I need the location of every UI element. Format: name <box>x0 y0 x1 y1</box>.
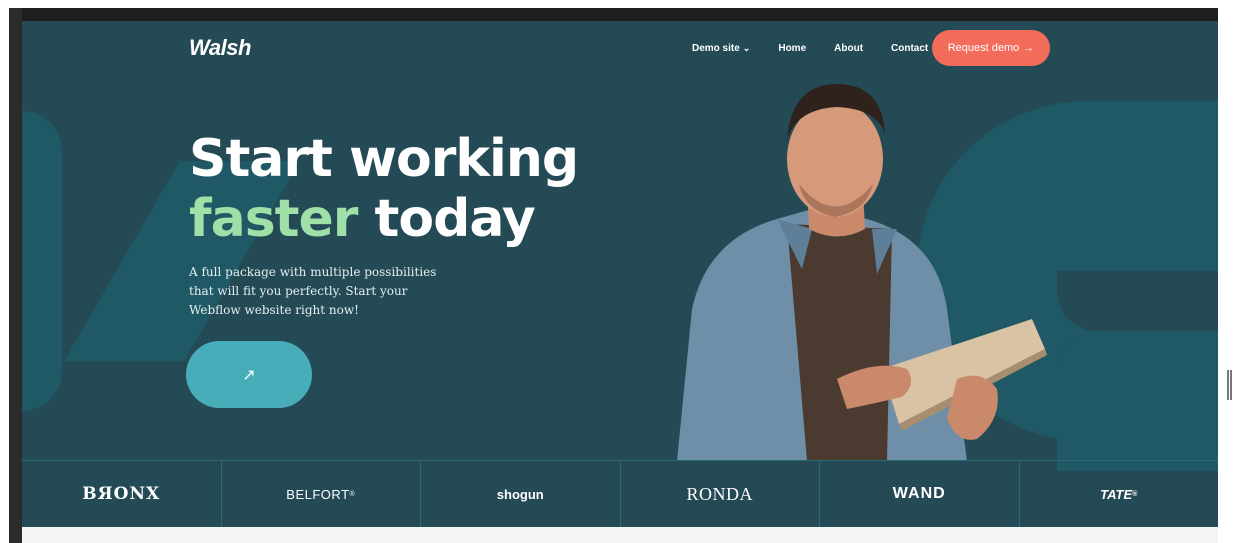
decorative-shape <box>1057 331 1218 471</box>
request-demo-label: Request demo <box>947 42 1020 54</box>
left-gutter <box>0 8 9 543</box>
brand-logo-bronx: BЯONX <box>22 461 222 527</box>
brand-logo-tate: TATE ® <box>1020 461 1219 527</box>
nav-demo-site-label: Demo site <box>692 43 740 54</box>
next-section-edge <box>22 527 1218 543</box>
brand-logo-ronda: RONDA <box>621 461 820 527</box>
registered-mark: ® <box>349 490 356 498</box>
headline-rest: today <box>357 189 536 249</box>
nav-about[interactable]: About <box>834 43 863 54</box>
resize-handle[interactable] <box>1227 370 1232 400</box>
arrow-right-icon: → <box>1023 42 1035 54</box>
nav-demo-site[interactable]: Demo site ⌄ <box>692 43 750 54</box>
browser-top-strip <box>0 0 1255 8</box>
headline-accent: faster <box>189 189 358 249</box>
website-frame: Walsh Demo site ⌄ Home About Contact Requ… <box>22 21 1218 543</box>
brand-logo-shogun: shogun <box>421 461 621 527</box>
hero-subtext: A full package with multiple possibiliti… <box>189 265 437 317</box>
decorative-shape <box>1057 271 1218 331</box>
nav-contact[interactable]: Contact <box>891 43 928 54</box>
brand-name: shogun <box>496 486 544 502</box>
brand-name: BЯONX <box>82 484 161 504</box>
headline-line1: Start working <box>189 129 579 189</box>
brand-name: WAND <box>892 485 946 502</box>
request-demo-button[interactable]: Request demo → <box>932 30 1050 66</box>
nav-home[interactable]: Home <box>778 43 806 54</box>
decorative-shape <box>22 111 62 411</box>
arrow-up-right-icon: ↗ <box>242 366 256 384</box>
hero-headline: Start working faster today <box>189 129 579 249</box>
brand-name: RONDA <box>686 483 753 504</box>
brand-logo-wand: WAND <box>820 461 1020 527</box>
main-nav: Demo site ⌄ Home About Contact <box>692 43 928 54</box>
brand-logo-belfort: BELFORT ® <box>222 461 421 527</box>
left-dark-edge <box>9 8 22 543</box>
site-logo[interactable]: Walsh <box>189 35 251 61</box>
brand-logo-strip: BЯONX BELFORT ® shogun RONDA WAND TATE ® <box>22 460 1218 527</box>
hero-arrow-button[interactable]: ↗ <box>186 341 312 408</box>
headline-line2: faster today <box>189 189 578 249</box>
brand-name: BELFORT <box>286 486 350 502</box>
brand-name: TATE <box>1100 486 1133 502</box>
hero-person-image <box>677 84 1047 461</box>
right-gutter <box>1218 8 1255 543</box>
chevron-down-icon: ⌄ <box>742 43 751 53</box>
registered-mark: ® <box>1132 490 1138 498</box>
